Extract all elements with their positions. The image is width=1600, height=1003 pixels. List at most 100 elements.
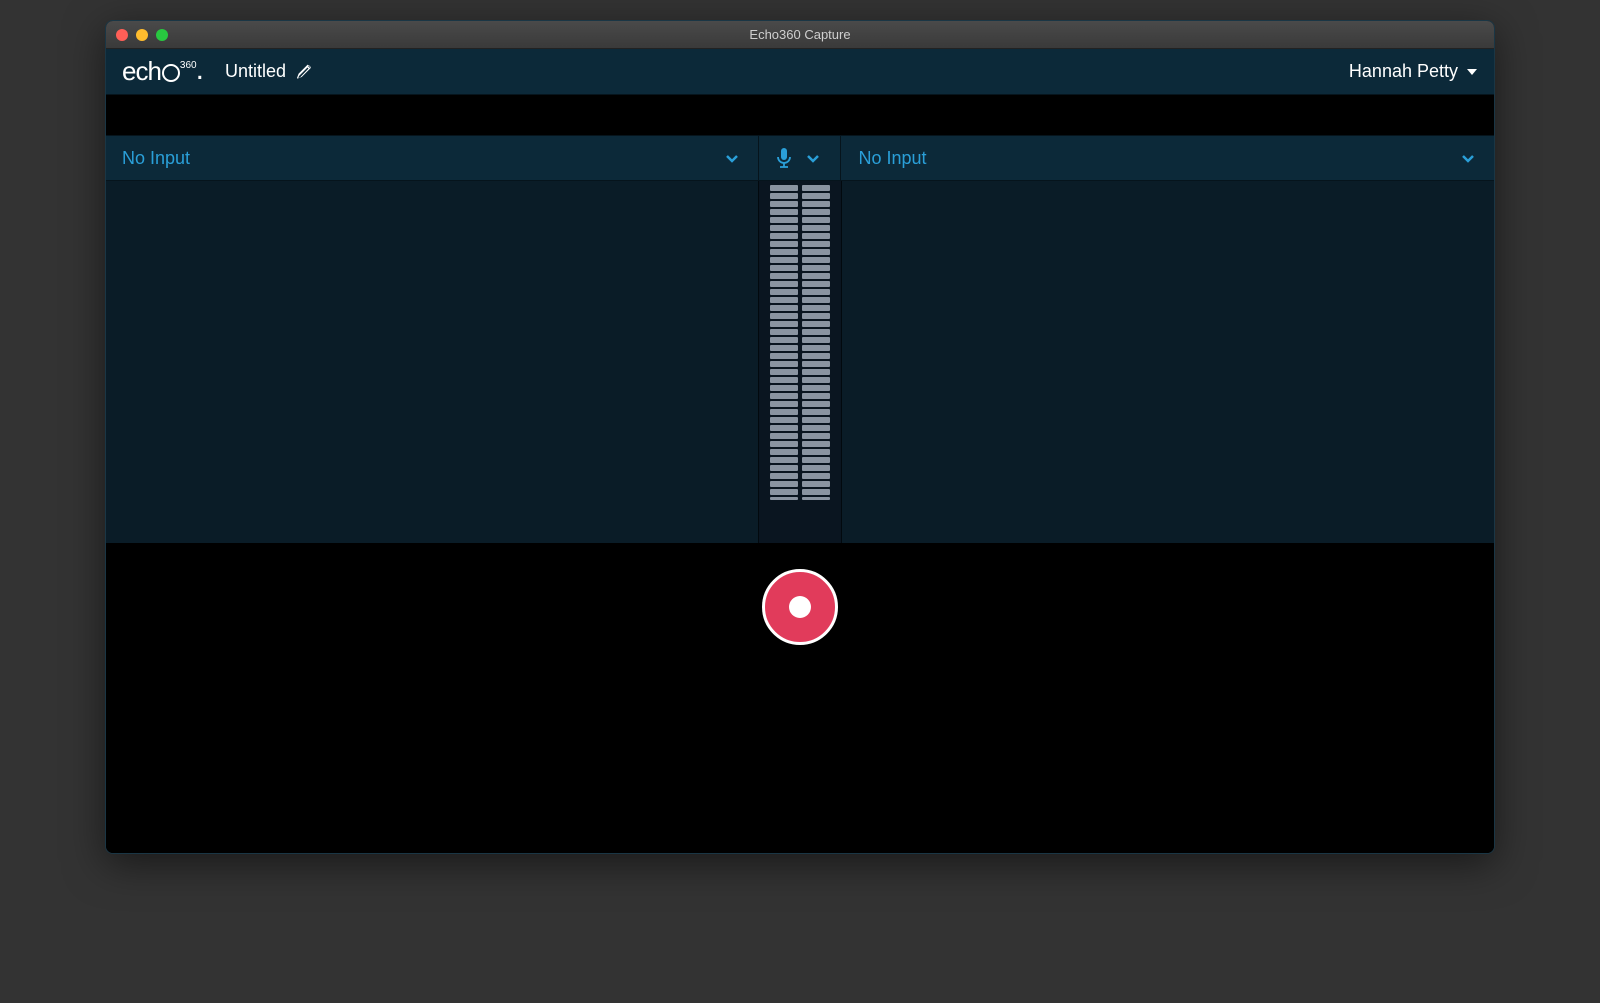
audio-meter-segment xyxy=(770,233,798,239)
right-source-label: No Input xyxy=(859,148,927,169)
microphone-icon xyxy=(775,147,793,169)
audio-meter-segment xyxy=(802,457,830,463)
audio-meter-segment xyxy=(802,281,830,287)
pencil-icon[interactable] xyxy=(296,64,312,80)
audio-meter-segment xyxy=(770,465,798,471)
audio-meter-segment xyxy=(802,273,830,279)
audio-source-selector[interactable] xyxy=(759,136,841,180)
right-source-selector[interactable]: No Input xyxy=(841,136,1495,180)
audio-meter-segment xyxy=(802,473,830,479)
audio-meter-segment xyxy=(770,249,798,255)
audio-meter-segment xyxy=(802,241,830,247)
audio-meter-segment xyxy=(802,385,830,391)
audio-meter-segment xyxy=(802,489,830,495)
audio-meter-segment xyxy=(802,377,830,383)
audio-meter-segment xyxy=(802,289,830,295)
audio-meter-segment xyxy=(770,209,798,215)
audio-meter-segment xyxy=(802,401,830,407)
audio-meter-segment xyxy=(770,377,798,383)
audio-meter-segment xyxy=(802,265,830,271)
audio-meter-segment xyxy=(770,441,798,447)
audio-meter-segment xyxy=(770,265,798,271)
right-preview-panel xyxy=(841,181,1494,543)
audio-meter-segment xyxy=(802,201,830,207)
audio-meter-segment xyxy=(770,257,798,263)
user-menu[interactable]: Hannah Petty xyxy=(1349,61,1478,82)
audio-meter-segment xyxy=(770,361,798,367)
audio-meter-segment xyxy=(770,273,798,279)
audio-meter-segment xyxy=(770,337,798,343)
window-title: Echo360 Capture xyxy=(749,27,850,42)
audio-meter-segment xyxy=(770,305,798,311)
document-title-group: Untitled xyxy=(225,61,312,82)
audio-meter-segment xyxy=(802,233,830,239)
audio-meter-segment xyxy=(802,353,830,359)
record-indicator-icon xyxy=(789,596,811,618)
audio-meter-segment xyxy=(770,481,798,487)
audio-meter-segment xyxy=(770,393,798,399)
audio-meter-segment xyxy=(802,257,830,263)
audio-meter-segment xyxy=(770,457,798,463)
traffic-lights xyxy=(116,29,168,41)
titlebar: Echo360 Capture xyxy=(106,21,1494,49)
control-area xyxy=(106,543,1494,853)
audio-meter-segment xyxy=(802,345,830,351)
audio-meter-segment xyxy=(770,425,798,431)
echo360-logo: ech360. xyxy=(122,55,205,89)
audio-meter-segment xyxy=(802,193,830,199)
audio-meter-segment xyxy=(770,225,798,231)
left-source-label: No Input xyxy=(122,148,190,169)
chevron-down-icon xyxy=(722,148,742,168)
chevron-down-icon xyxy=(1458,148,1478,168)
audio-meter-segment xyxy=(802,305,830,311)
audio-meter-segment xyxy=(770,321,798,327)
document-title: Untitled xyxy=(225,61,286,82)
audio-meter-segment xyxy=(802,313,830,319)
audio-meter-segment xyxy=(802,225,830,231)
left-source-selector[interactable]: No Input xyxy=(106,136,759,180)
audio-meter-segment xyxy=(802,185,830,191)
audio-meter-segment xyxy=(770,401,798,407)
maximize-window-button[interactable] xyxy=(156,29,168,41)
audio-meter-segment xyxy=(802,369,830,375)
audio-meter-segment xyxy=(770,297,798,303)
audio-meter-segment xyxy=(770,185,798,191)
audio-meter-segment xyxy=(770,281,798,287)
user-name: Hannah Petty xyxy=(1349,61,1458,82)
audio-meter-segment xyxy=(770,289,798,295)
audio-meter-segment xyxy=(770,409,798,415)
audio-meter-segment xyxy=(802,337,830,343)
audio-meter-segment xyxy=(770,497,798,500)
audio-meter-right-channel xyxy=(802,185,830,500)
minimize-window-button[interactable] xyxy=(136,29,148,41)
audio-meter-segment xyxy=(770,345,798,351)
audio-meter-segment xyxy=(770,217,798,223)
header-gap xyxy=(106,95,1494,135)
audio-meter-segment xyxy=(770,449,798,455)
audio-meter-segment xyxy=(802,249,830,255)
audio-meter-segment xyxy=(802,433,830,439)
left-preview-panel xyxy=(106,181,759,543)
audio-meter-segment xyxy=(802,297,830,303)
audio-meter-segment xyxy=(770,473,798,479)
record-button[interactable] xyxy=(762,569,838,645)
audio-meter-segment xyxy=(802,465,830,471)
audio-level-meter xyxy=(759,181,841,543)
audio-meter-left-channel xyxy=(770,185,798,500)
audio-meter-segment xyxy=(770,489,798,495)
close-window-button[interactable] xyxy=(116,29,128,41)
audio-meter-segment xyxy=(802,361,830,367)
audio-meter-segment xyxy=(802,425,830,431)
audio-meter-segment xyxy=(802,441,830,447)
audio-meter-segment xyxy=(802,481,830,487)
audio-meter-segment xyxy=(802,417,830,423)
audio-meter-segment xyxy=(770,193,798,199)
audio-meter-segment xyxy=(802,329,830,335)
audio-meter-segment xyxy=(802,209,830,215)
app-header: ech360. Untitled Hannah Petty xyxy=(106,49,1494,95)
audio-meter-segment xyxy=(770,385,798,391)
audio-meter-segment xyxy=(770,433,798,439)
preview-area xyxy=(106,181,1494,543)
audio-meter-segment xyxy=(770,241,798,247)
audio-meter-segment xyxy=(802,497,830,500)
